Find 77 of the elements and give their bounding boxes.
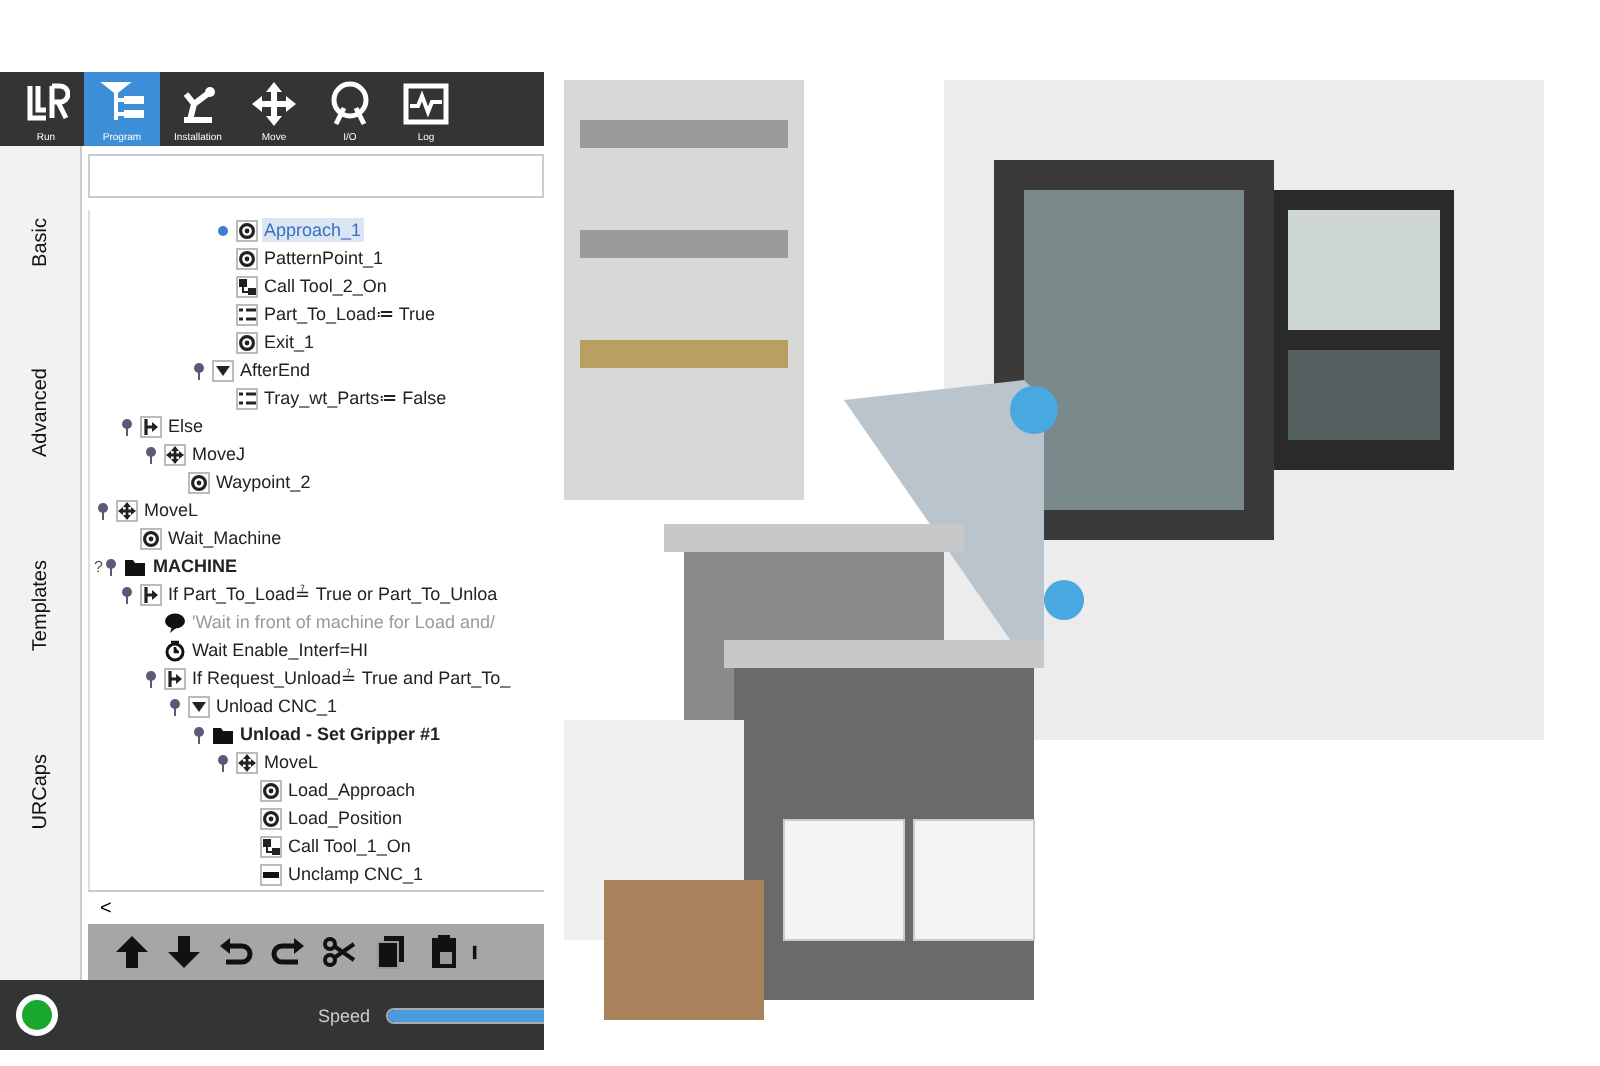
target-icon: [236, 247, 258, 269]
branch-icon: [164, 667, 186, 689]
tree-node[interactable]: Call Tool_2_On: [262, 274, 389, 298]
collapse-pin-icon[interactable]: [192, 361, 206, 379]
collapse-pin-icon[interactable]: [144, 445, 158, 463]
collapse-pin-icon[interactable]: [144, 669, 158, 687]
target-icon: [236, 219, 258, 241]
tree-node[interactable]: Approach_1: [262, 218, 364, 242]
speed-label: Speed: [318, 1005, 371, 1025]
redo-icon: [270, 934, 306, 970]
move-arrows-icon: [164, 443, 186, 465]
triangle-icon: [212, 359, 234, 381]
speech-bubble-icon: [164, 611, 186, 633]
target-icon: [140, 527, 162, 549]
subprogram-icon: [260, 835, 282, 857]
triangle-icon: [188, 695, 210, 717]
move-arrows-icon: [250, 80, 298, 128]
side-tab[interactable]: Templates: [25, 551, 55, 659]
tree-node[interactable]: If Part_To_Load≟ True or Part_To_Unloa: [166, 582, 500, 606]
subprogram-icon: [236, 275, 258, 297]
tree-node[interactable]: Unclamp CNC_1: [286, 862, 426, 886]
collapse-pin-icon[interactable]: [120, 417, 134, 435]
branch-icon: [140, 415, 162, 437]
tree-node[interactable]: MoveL: [262, 750, 321, 774]
tree-node[interactable]: MoveJ: [190, 442, 248, 466]
branch-icon: [140, 583, 162, 605]
up-arrow-icon: [114, 934, 150, 970]
target-icon: [260, 779, 282, 801]
status-button[interactable]: [16, 994, 58, 1036]
collapse-pin-icon[interactable]: [192, 725, 206, 743]
cursor-dot-icon: [216, 223, 230, 237]
collapse-pin-icon[interactable]: [168, 697, 182, 715]
folder-icon: [212, 723, 234, 745]
side-tab[interactable]: Basic: [25, 209, 55, 275]
tree-node[interactable]: Waypoint_2: [214, 470, 313, 494]
tree-node[interactable]: Unload CNC_1: [214, 694, 340, 718]
tree-node[interactable]: Wait Enable_Interf=HI: [190, 638, 370, 662]
undo-icon: [218, 934, 254, 970]
tree-node[interactable]: Unload - Set Gripper #1: [238, 722, 443, 746]
tree-node[interactable]: Tray_wt_Parts≔ False: [262, 386, 449, 410]
side-tab[interactable]: URCaps: [25, 745, 55, 837]
tree-node[interactable]: If Request_Unload≟ True and Part_To_: [190, 666, 513, 690]
copy-icon: [374, 934, 410, 970]
tree-node[interactable]: Wait_Machine: [166, 526, 284, 550]
list-icon: [236, 303, 258, 325]
down-arrow-icon: [166, 934, 202, 970]
tree-node[interactable]: MACHINE: [150, 554, 239, 578]
list-icon: [236, 387, 258, 409]
collapse-pin-icon[interactable]: [216, 753, 230, 771]
tree-node[interactable]: PatternPoint_1: [262, 246, 386, 270]
tree-node[interactable]: Load_Approach: [286, 778, 418, 802]
collapse-pin-icon[interactable]: [96, 501, 110, 519]
target-icon: [188, 471, 210, 493]
collapse-pin-icon[interactable]: [120, 585, 134, 603]
tree-node[interactable]: AfterEnd: [238, 358, 313, 382]
search-field[interactable]: [88, 154, 544, 198]
target-icon: [260, 807, 282, 829]
tree-node[interactable]: Exit_1: [262, 330, 317, 354]
scroll-left-button[interactable]: <: [88, 892, 124, 924]
tree-node[interactable]: Part_To_Load≔ True: [262, 302, 438, 326]
move-arrows-icon: [116, 499, 138, 521]
target-icon: [236, 331, 258, 353]
tree-node[interactable]: MoveL: [142, 498, 201, 522]
tree-node[interactable]: Load_Position: [286, 806, 405, 830]
io-icon: [326, 80, 374, 128]
scissors-icon: [322, 934, 358, 970]
collapse-pin-icon[interactable]: [104, 557, 119, 575]
tree-node[interactable]: Call Tool_1_On: [286, 834, 413, 858]
clipboard-icon: [426, 934, 462, 970]
stopwatch-icon: [164, 639, 186, 661]
side-tab[interactable]: Advanced: [25, 360, 55, 466]
move-arrows-icon: [236, 751, 258, 773]
log-chart-icon: [402, 80, 450, 128]
status-text: ?: [94, 557, 103, 575]
bar-icon: [260, 863, 282, 885]
folder-icon: [124, 555, 147, 577]
tree-node[interactable]: Else: [166, 414, 206, 438]
